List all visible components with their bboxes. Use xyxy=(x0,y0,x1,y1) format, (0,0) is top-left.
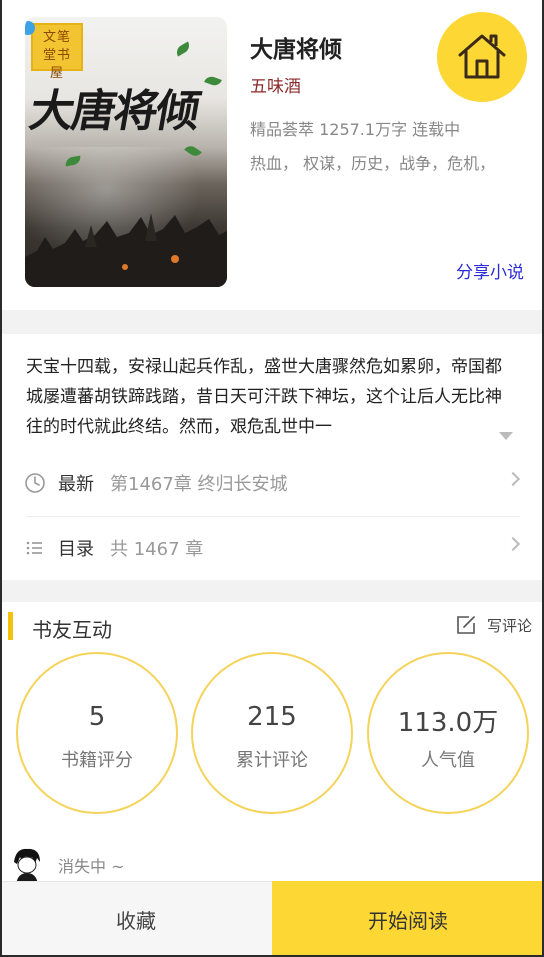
book-header: 文笔堂书屋 大唐将倾 大唐将倾 五味酒 精品荟萃 1257.1万字 连载中 热血… xyxy=(0,0,544,310)
popularity-stat[interactable]: 113.0万 人气值 xyxy=(367,652,529,814)
catalog-chapter-count: 共 1467 章 xyxy=(110,539,204,560)
book-description[interactable]: 天宝十四载，安禄山起兵作乱，盛世大唐骤然危如累卵，帝国都城屡遭蕃胡铁蹄践踏，昔日… xyxy=(26,352,518,448)
chevron-right-icon xyxy=(505,536,521,552)
stat-value: 5 xyxy=(88,702,106,732)
start-reading-button[interactable]: 开始阅读 xyxy=(272,881,544,957)
share-novel-link[interactable]: 分享小说 xyxy=(456,258,524,283)
section-accent-bar xyxy=(8,612,13,640)
section-gap xyxy=(0,580,544,602)
catalog-label: 目录 xyxy=(58,539,94,560)
rating-stat[interactable]: 5 书籍评分 xyxy=(16,652,178,814)
book-tags: 热血， 权谋，历史，战争，危机， xyxy=(250,154,496,173)
latest-chapter-value: 第1467章 终归长安城 xyxy=(110,474,288,495)
list-icon xyxy=(26,541,42,555)
leaf-decoration xyxy=(204,74,222,88)
bottom-action-bar: 收藏 开始阅读 xyxy=(0,881,544,957)
leaf-decoration xyxy=(174,41,192,57)
book-cover[interactable]: 文笔堂书屋 大唐将倾 xyxy=(25,17,227,287)
book-meta: 精品荟萃 1257.1万字 连载中 xyxy=(250,120,461,139)
chevron-right-icon xyxy=(505,471,521,487)
commenter-entry[interactable]: 消失中 ~ xyxy=(10,846,125,884)
cover-title: 大唐将倾 xyxy=(25,86,203,137)
expand-arrow-icon[interactable] xyxy=(499,432,513,440)
section-gap xyxy=(0,310,544,334)
book-author[interactable]: 五味酒 xyxy=(250,72,301,97)
stat-label: 书籍评分 xyxy=(61,750,133,771)
stat-value: 113.0万 xyxy=(397,708,499,738)
cavalry-illustration xyxy=(25,213,227,287)
publisher-seal: 文笔堂书屋 xyxy=(31,23,83,81)
write-review-button[interactable]: 写评论 xyxy=(455,614,532,636)
home-icon xyxy=(458,34,506,79)
latest-label: 最新 xyxy=(58,474,94,495)
interaction-section-title: 书友互动 xyxy=(32,618,112,642)
comments-stat[interactable]: 215 累计评论 xyxy=(191,652,353,814)
stat-label: 人气值 xyxy=(421,750,475,771)
write-review-label: 写评论 xyxy=(487,616,533,635)
home-button[interactable] xyxy=(437,12,527,102)
avatar xyxy=(14,848,40,884)
stat-value: 215 xyxy=(247,702,297,732)
collect-button[interactable]: 收藏 xyxy=(0,881,272,957)
clock-icon xyxy=(25,473,45,493)
edit-icon xyxy=(457,616,475,634)
latest-chapter-row[interactable]: 最新 第1467章 终归长安城 xyxy=(24,452,521,514)
publisher-seal-text: 文笔堂书屋 xyxy=(42,30,71,81)
commenter-name: 消失中 ~ xyxy=(58,857,125,876)
book-title: 大唐将倾 xyxy=(250,37,342,63)
catalog-row[interactable]: 目录 共 1467 章 xyxy=(24,517,521,579)
stat-label: 累计评论 xyxy=(236,750,308,771)
